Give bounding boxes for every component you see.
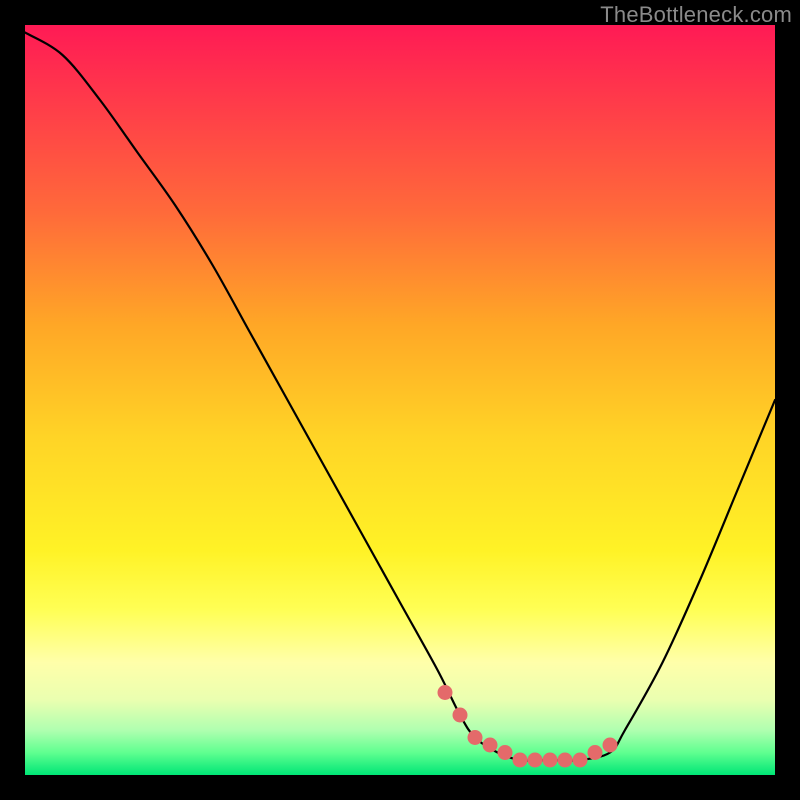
optimal-marker-dot xyxy=(528,753,543,768)
optimal-marker-dot xyxy=(558,753,573,768)
optimal-marker-dot xyxy=(588,745,603,760)
optimal-marker-dot xyxy=(513,753,528,768)
optimal-marker-dot xyxy=(573,753,588,768)
optimal-marker-dot xyxy=(543,753,558,768)
optimal-marker-dot xyxy=(438,685,453,700)
chart-svg xyxy=(25,25,775,775)
bottleneck-curve xyxy=(25,33,775,761)
chart-container: TheBottleneck.com xyxy=(0,0,800,800)
optimal-marker-dot xyxy=(483,738,498,753)
watermark-text: TheBottleneck.com xyxy=(600,2,792,28)
plot-area xyxy=(25,25,775,775)
optimal-range-markers xyxy=(438,685,618,768)
optimal-marker-dot xyxy=(453,708,468,723)
optimal-marker-dot xyxy=(603,738,618,753)
optimal-marker-dot xyxy=(468,730,483,745)
optimal-marker-dot xyxy=(498,745,513,760)
